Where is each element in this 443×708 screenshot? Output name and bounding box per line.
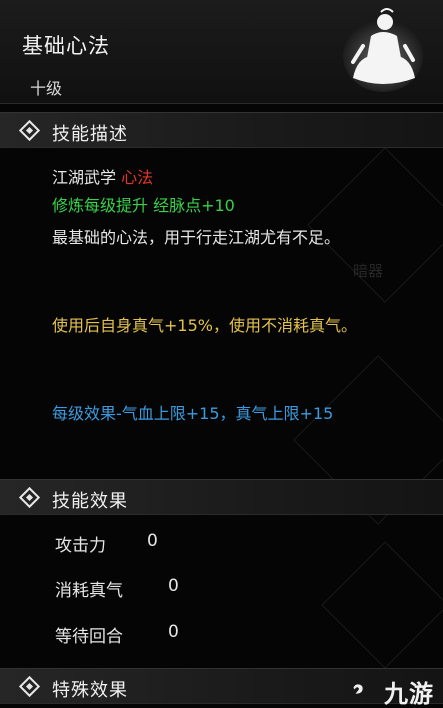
background-label-hidden-weapon: 暗器	[353, 262, 384, 280]
per-level-effect: 每级效果-气血上限+15，真气上限+15	[52, 404, 334, 423]
diamond-bullet-icon	[18, 675, 41, 698]
nine-game-logo-icon	[353, 684, 363, 694]
diamond-bullet-icon	[18, 119, 41, 142]
stat-label-attack: 攻击力	[55, 536, 106, 556]
stat-value-attack: 0	[147, 531, 158, 551]
stat-label-wait-turns: 等待回合	[55, 627, 123, 647]
stat-label-qi-cost: 消耗真气	[55, 581, 123, 601]
stat-value-wait-turns: 0	[168, 622, 179, 642]
skill-use-effect: 使用后自身真气+15%，使用不消耗真气。	[52, 316, 357, 335]
stat-value-qi-cost: 0	[168, 576, 179, 596]
section-header-description: 技能描述	[0, 112, 443, 148]
skill-category-tag: 心法	[121, 168, 154, 187]
skill-tooltip-panel: 暗器 剑法 基础心法 十级 技能描述 江湖武学 心法 修炼每级提升 经脉点+	[0, 0, 443, 708]
skill-category: 江湖武学	[52, 168, 117, 187]
section-title-description: 技能描述	[52, 124, 128, 145]
section-title-effects: 技能效果	[52, 491, 128, 512]
skill-header: 基础心法 十级	[0, 0, 443, 104]
skill-name: 基础心法	[22, 34, 110, 58]
meditating-figure-icon	[343, 8, 423, 92]
section-header-effects: 技能效果	[0, 479, 443, 515]
skill-description-text: 最基础的心法，用于行走江湖尤有不足。	[52, 228, 341, 247]
watermark-text: 九游	[384, 680, 434, 708]
skill-category-line: 江湖武学 心法	[52, 166, 392, 190]
section-title-special: 特殊效果	[52, 680, 128, 701]
diamond-bullet-icon	[18, 486, 41, 509]
upgrade-bonus: 修炼每级提升 经脉点+10	[52, 196, 235, 215]
background-ornament	[321, 541, 443, 669]
skill-level: 十级	[30, 79, 63, 98]
